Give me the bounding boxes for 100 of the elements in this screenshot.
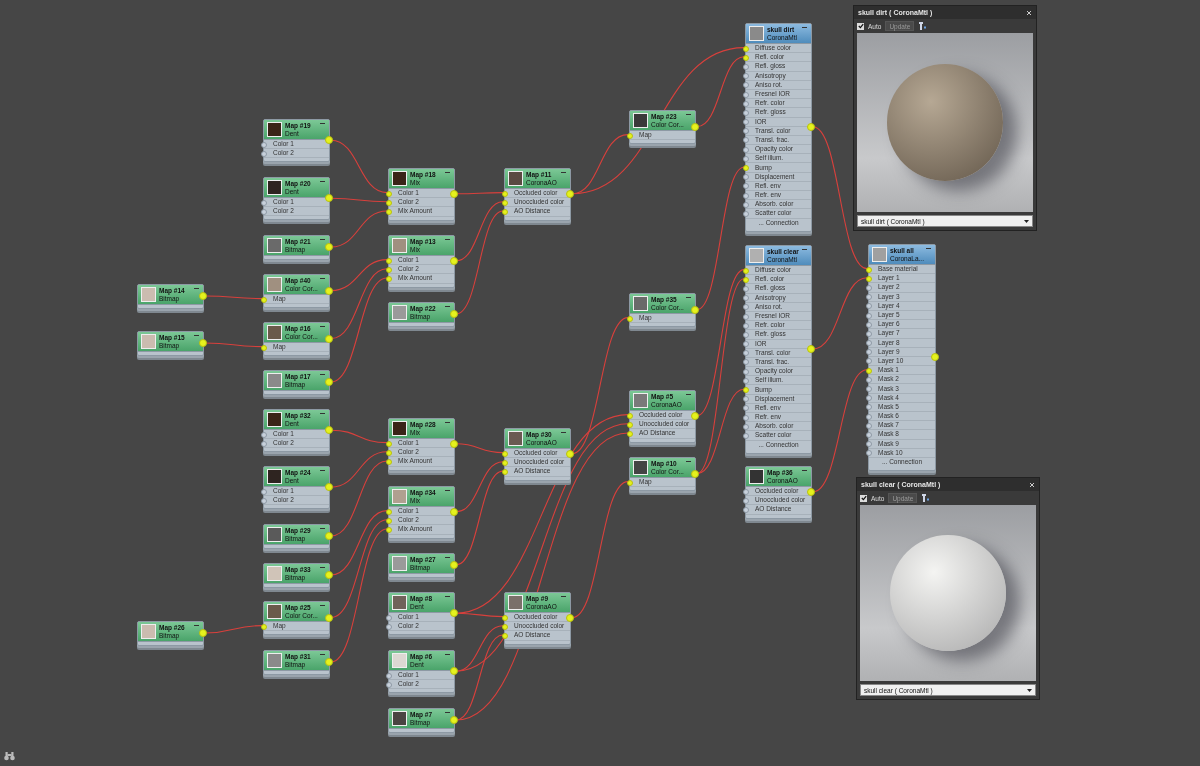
output-pin[interactable] xyxy=(199,629,207,637)
input-pin[interactable] xyxy=(261,344,267,351)
input-pin[interactable] xyxy=(386,199,392,206)
output-pin[interactable] xyxy=(691,122,699,131)
input-pin[interactable] xyxy=(386,449,392,456)
output-pin[interactable] xyxy=(325,378,333,386)
input-pin[interactable] xyxy=(743,285,749,292)
input-pin[interactable] xyxy=(386,190,392,197)
input-pin[interactable] xyxy=(261,296,267,303)
input-pin[interactable] xyxy=(743,201,749,208)
output-pin[interactable] xyxy=(566,613,574,622)
input-pin[interactable] xyxy=(743,341,749,348)
output-pin[interactable] xyxy=(931,353,939,362)
input-pin[interactable] xyxy=(743,73,749,80)
input-pin[interactable] xyxy=(261,497,267,504)
output-pin[interactable] xyxy=(450,310,458,318)
input-pin[interactable] xyxy=(866,349,872,356)
output-pin[interactable] xyxy=(566,449,574,458)
input-pin[interactable] xyxy=(866,330,872,337)
input-pin[interactable] xyxy=(866,404,872,411)
input-pin[interactable] xyxy=(743,350,749,357)
wrench-icon[interactable] xyxy=(921,493,931,503)
output-pin[interactable] xyxy=(450,439,458,448)
input-pin[interactable] xyxy=(627,132,633,139)
input-pin[interactable] xyxy=(743,128,749,135)
output-pin[interactable] xyxy=(199,292,207,300)
auto-checkbox[interactable] xyxy=(860,494,867,502)
input-pin[interactable] xyxy=(743,368,749,375)
output-pin[interactable] xyxy=(199,339,207,347)
input-pin[interactable] xyxy=(743,488,749,495)
input-pin[interactable] xyxy=(866,358,872,365)
input-pin[interactable] xyxy=(866,266,872,273)
output-pin[interactable] xyxy=(691,469,699,478)
output-pin[interactable] xyxy=(450,609,458,618)
output-pin[interactable] xyxy=(807,487,815,496)
input-pin[interactable] xyxy=(261,440,267,447)
input-pin[interactable] xyxy=(743,396,749,403)
output-pin[interactable] xyxy=(325,571,333,579)
input-pin[interactable] xyxy=(386,275,392,282)
input-pin[interactable] xyxy=(743,183,749,190)
output-pin[interactable] xyxy=(325,483,333,492)
input-pin[interactable] xyxy=(743,405,749,412)
input-pin[interactable] xyxy=(261,141,267,148)
input-pin[interactable] xyxy=(261,488,267,495)
input-pin[interactable] xyxy=(386,208,392,215)
input-pin[interactable] xyxy=(386,526,392,533)
input-pin[interactable] xyxy=(386,440,392,447)
input-pin[interactable] xyxy=(386,623,392,630)
output-pin[interactable] xyxy=(325,286,333,295)
input-pin[interactable] xyxy=(502,450,508,457)
input-pin[interactable] xyxy=(502,468,508,475)
input-pin[interactable] xyxy=(627,412,633,419)
input-pin[interactable] xyxy=(743,45,749,52)
input-pin[interactable] xyxy=(743,276,749,283)
input-pin[interactable] xyxy=(743,313,749,320)
input-pin[interactable] xyxy=(502,632,508,639)
input-pin[interactable] xyxy=(627,430,633,437)
input-pin[interactable] xyxy=(502,199,508,206)
input-pin[interactable] xyxy=(386,672,392,679)
input-pin[interactable] xyxy=(743,155,749,162)
input-pin[interactable] xyxy=(502,614,508,621)
input-pin[interactable] xyxy=(743,304,749,311)
input-pin[interactable] xyxy=(743,119,749,126)
input-pin[interactable] xyxy=(866,294,872,301)
input-pin[interactable] xyxy=(743,54,749,61)
input-pin[interactable] xyxy=(743,423,749,430)
input-pin[interactable] xyxy=(627,421,633,428)
output-pin[interactable] xyxy=(691,411,699,420)
input-pin[interactable] xyxy=(502,459,508,466)
input-pin[interactable] xyxy=(743,146,749,153)
input-pin[interactable] xyxy=(743,174,749,181)
input-pin[interactable] xyxy=(386,517,392,524)
input-pin[interactable] xyxy=(743,322,749,329)
input-pin[interactable] xyxy=(866,340,872,347)
input-pin[interactable] xyxy=(743,506,749,513)
input-pin[interactable] xyxy=(866,312,872,319)
output-pin[interactable] xyxy=(691,305,699,314)
input-pin[interactable] xyxy=(261,431,267,438)
input-pin[interactable] xyxy=(261,199,267,206)
output-pin[interactable] xyxy=(325,334,333,343)
input-pin[interactable] xyxy=(866,284,872,291)
output-pin[interactable] xyxy=(450,716,458,724)
input-pin[interactable] xyxy=(866,395,872,402)
input-pin[interactable] xyxy=(866,321,872,328)
input-pin[interactable] xyxy=(866,275,872,282)
input-pin[interactable] xyxy=(743,377,749,384)
input-pin[interactable] xyxy=(627,479,633,486)
input-pin[interactable] xyxy=(866,303,872,310)
input-pin[interactable] xyxy=(743,387,749,394)
input-pin[interactable] xyxy=(743,432,749,439)
output-pin[interactable] xyxy=(325,243,333,251)
input-pin[interactable] xyxy=(502,190,508,197)
input-pin[interactable] xyxy=(743,210,749,217)
output-pin[interactable] xyxy=(450,561,458,569)
close-icon[interactable] xyxy=(1029,481,1035,488)
input-pin[interactable] xyxy=(743,137,749,144)
input-pin[interactable] xyxy=(261,623,267,630)
input-pin[interactable] xyxy=(386,458,392,465)
input-pin[interactable] xyxy=(866,422,872,429)
output-pin[interactable] xyxy=(325,532,333,540)
